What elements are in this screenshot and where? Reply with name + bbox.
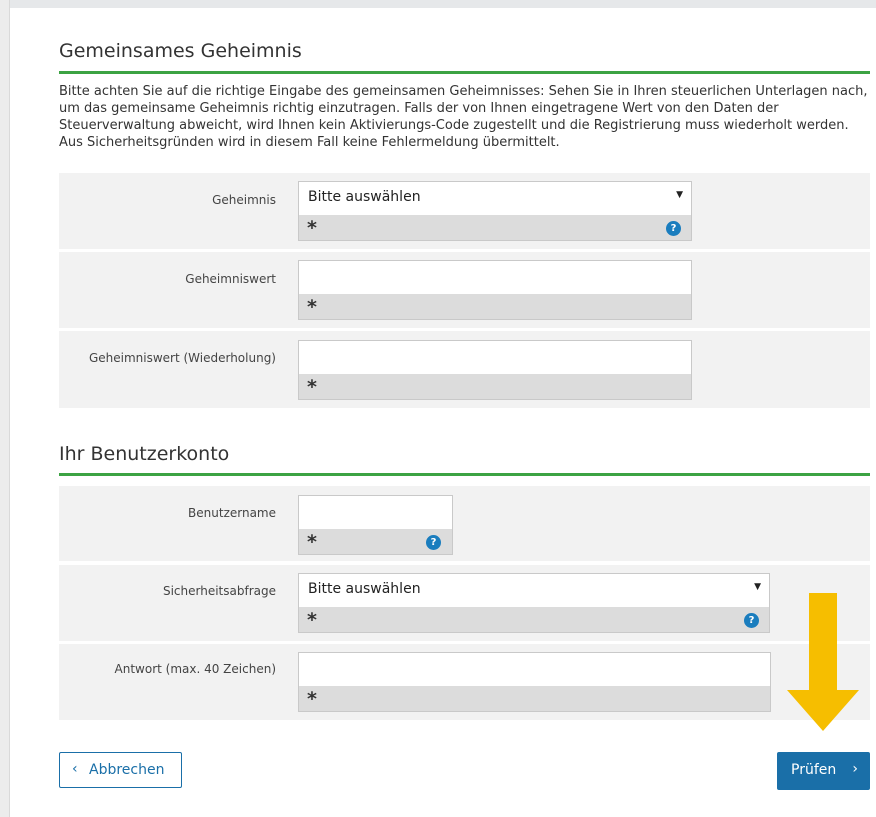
section-title-secret: Gemeinsames Geheimnis bbox=[59, 40, 302, 62]
label-geheimniswert-wiederholung: Geheimniswert (Wiederholung) bbox=[88, 351, 276, 365]
geheimniswert-wiederholung-input[interactable]: * bbox=[298, 340, 692, 400]
form-row-geheimnis: Geheimnis Bitte auswählen ▼ * ? bbox=[59, 173, 870, 249]
geheimnis-select[interactable]: Bitte auswählen ▼ * ? bbox=[298, 181, 692, 241]
required-asterisk-icon: * bbox=[307, 688, 317, 710]
form-row-benutzername: Benutzername * ? bbox=[59, 486, 870, 561]
help-icon[interactable]: ? bbox=[744, 613, 759, 628]
sicherheitsabfrage-selected-value: Bitte auswählen bbox=[308, 581, 421, 597]
arrow-down-icon bbox=[787, 593, 859, 731]
antwort-input[interactable]: * bbox=[298, 652, 771, 712]
chevron-down-icon: ▼ bbox=[676, 190, 683, 200]
submit-button[interactable]: Prüfen › bbox=[777, 752, 870, 790]
section-divider bbox=[59, 71, 870, 74]
top-bar bbox=[0, 0, 876, 8]
chevron-left-icon: ‹ bbox=[72, 761, 78, 777]
label-benutzername: Benutzername bbox=[188, 506, 276, 520]
help-icon[interactable]: ? bbox=[666, 221, 681, 236]
cancel-button-label: Abbrechen bbox=[89, 762, 165, 778]
form-row-antwort: Antwort (max. 40 Zeichen) * bbox=[59, 644, 870, 720]
sicherheitsabfrage-select[interactable]: Bitte auswählen ▼ * ? bbox=[298, 573, 770, 633]
secret-instructions: Bitte achten Sie auf die richtige Eingab… bbox=[59, 84, 868, 150]
help-icon[interactable]: ? bbox=[426, 535, 441, 550]
form-row-geheimniswert-wiederholung: Geheimniswert (Wiederholung) * bbox=[59, 331, 870, 408]
required-asterisk-icon: * bbox=[307, 296, 317, 318]
label-geheimniswert: Geheimniswert bbox=[185, 272, 276, 286]
required-asterisk-icon: * bbox=[307, 531, 317, 553]
label-geheimnis: Geheimnis bbox=[212, 193, 276, 207]
left-border bbox=[0, 0, 10, 817]
chevron-down-icon: ▼ bbox=[754, 582, 761, 592]
chevron-right-icon: › bbox=[852, 761, 858, 777]
required-asterisk-icon: * bbox=[307, 609, 317, 631]
geheimnis-selected-value: Bitte auswählen bbox=[308, 189, 421, 205]
submit-button-label: Prüfen bbox=[791, 762, 837, 778]
label-antwort: Antwort (max. 40 Zeichen) bbox=[114, 662, 276, 676]
form-row-sicherheitsabfrage: Sicherheitsabfrage Bitte auswählen ▼ * ? bbox=[59, 565, 870, 641]
cancel-button[interactable]: ‹ Abbrechen bbox=[59, 752, 182, 788]
section-title-account: Ihr Benutzerkonto bbox=[59, 443, 230, 465]
section-divider bbox=[59, 473, 870, 476]
required-asterisk-icon: * bbox=[307, 217, 317, 239]
geheimniswert-input[interactable]: * bbox=[298, 260, 692, 320]
required-asterisk-icon: * bbox=[307, 376, 317, 398]
label-sicherheitsabfrage: Sicherheitsabfrage bbox=[162, 584, 276, 598]
form-row-geheimniswert: Geheimniswert * bbox=[59, 252, 870, 328]
benutzername-input[interactable]: * ? bbox=[298, 495, 453, 555]
